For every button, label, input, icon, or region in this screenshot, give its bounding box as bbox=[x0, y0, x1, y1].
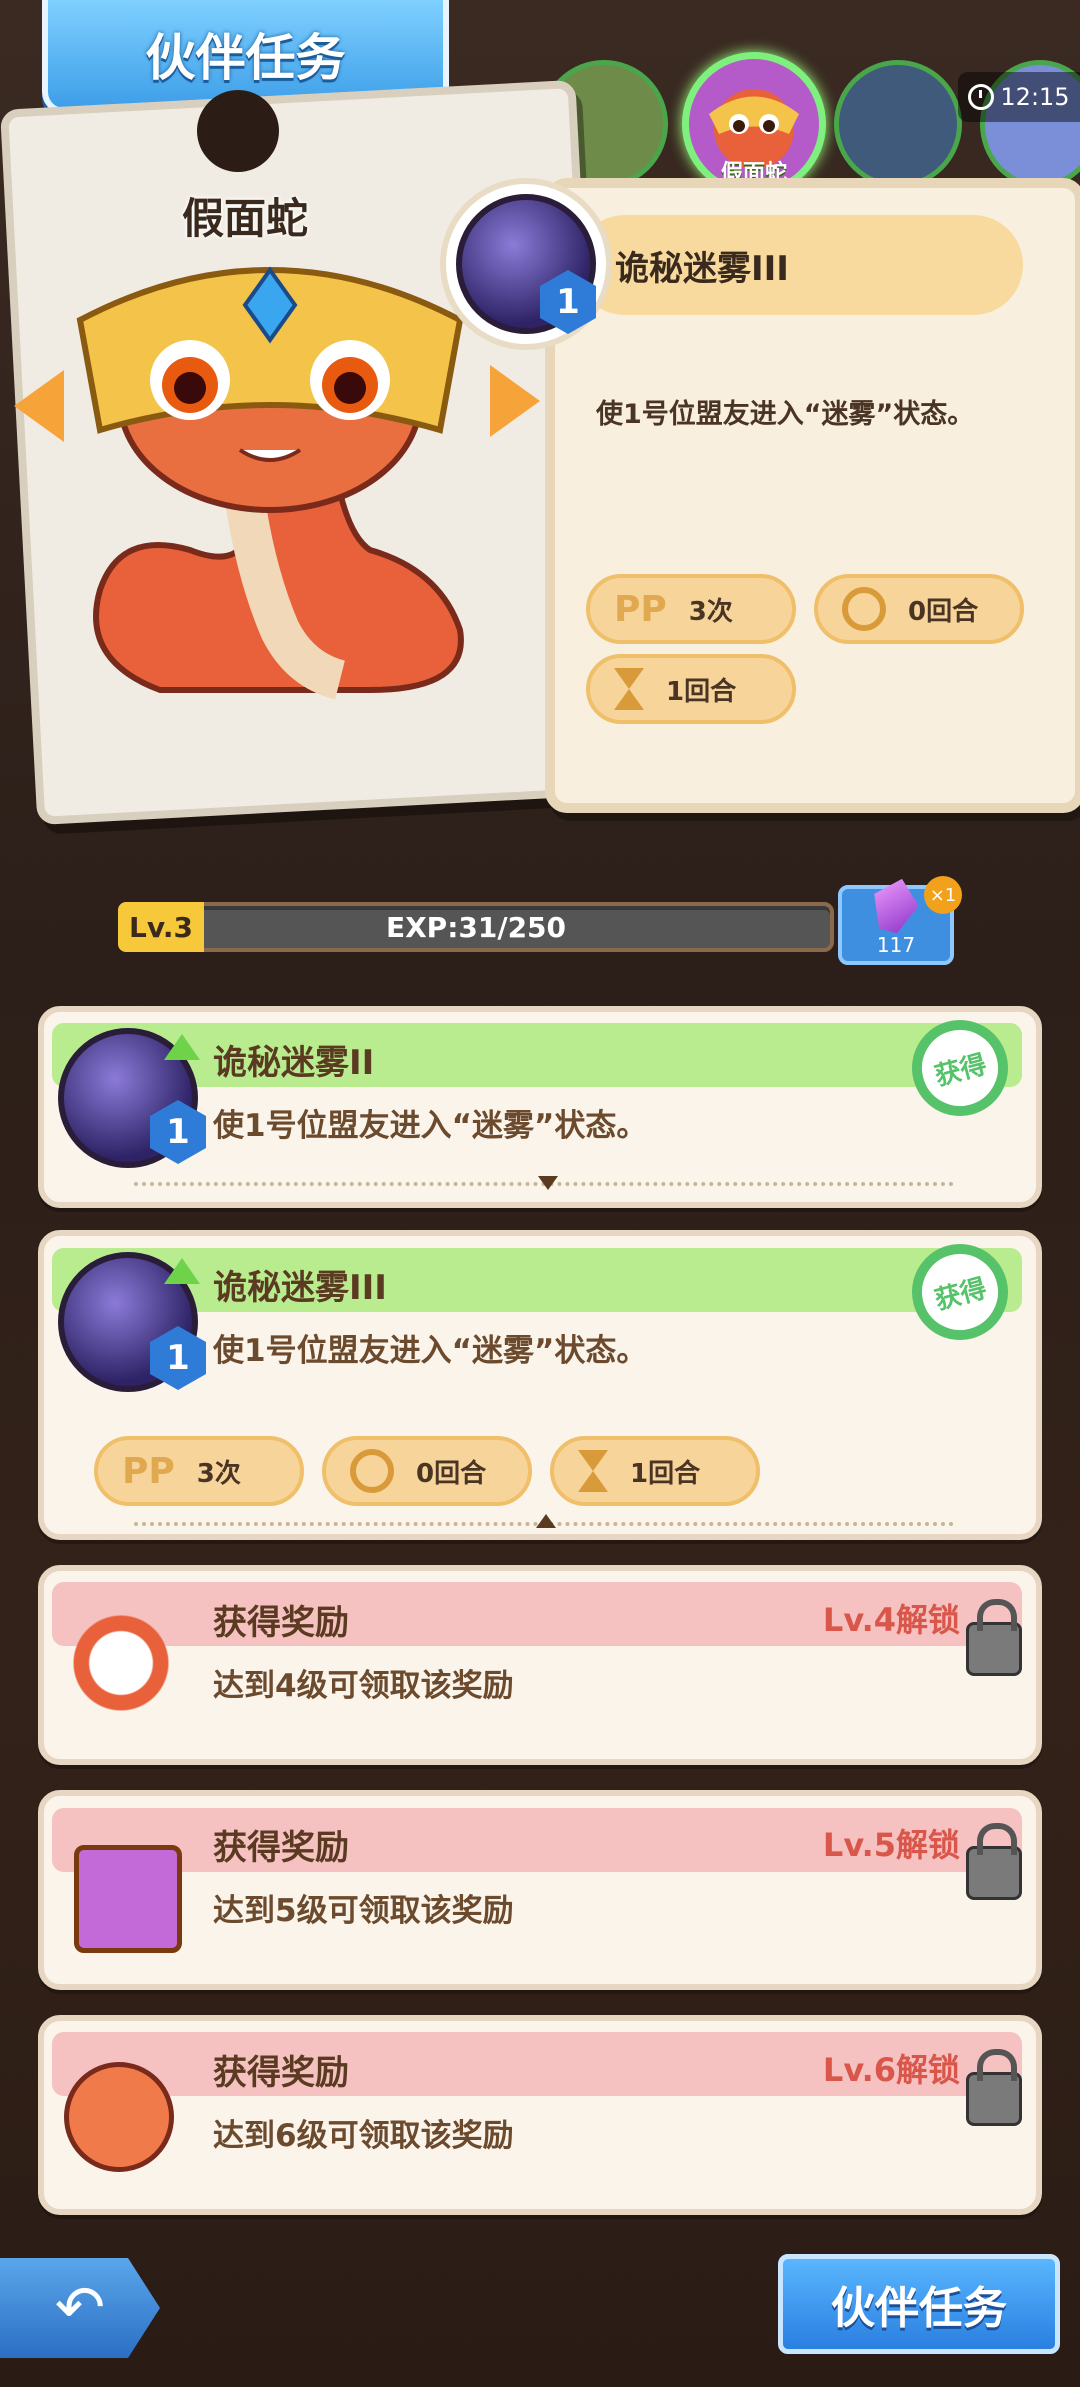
clock-time: 12:15 bbox=[1000, 83, 1070, 111]
cooldown-icon bbox=[350, 1449, 394, 1493]
unlock-level: Lv.6解锁 bbox=[822, 2051, 960, 2089]
duration-value: 1回合 bbox=[630, 1458, 701, 1489]
upgrade-arrow-icon bbox=[164, 1258, 200, 1284]
item-description: 达到4级可领取该奖励 bbox=[213, 1668, 514, 1704]
duration-pill: 1回合 bbox=[586, 654, 796, 724]
skill-name-bar: 诡秘迷雾III bbox=[575, 215, 1023, 315]
mask-reward-icon bbox=[66, 1608, 176, 1718]
item-description: 使1号位盟友进入“迷雾”状态。 bbox=[213, 1108, 648, 1144]
pp-pill: PP 3次 bbox=[94, 1436, 304, 1506]
upgrade-arrow-icon bbox=[164, 1034, 200, 1060]
previous-pet-arrow[interactable] bbox=[14, 370, 64, 442]
item-title: 获得奖励 bbox=[213, 1603, 349, 1643]
crystal-count: 117 bbox=[876, 933, 916, 957]
pp-pill: PP 3次 bbox=[586, 574, 796, 644]
pp-label: PP bbox=[614, 588, 667, 630]
item-title: 获得奖励 bbox=[213, 2053, 349, 2093]
exp-bar: EXP:31/250 bbox=[118, 902, 834, 952]
pp-label: PP bbox=[122, 1450, 175, 1492]
cooldown-icon bbox=[842, 587, 886, 631]
hourglass-icon bbox=[578, 1450, 608, 1492]
level-badge: Lv.3 bbox=[118, 902, 204, 952]
skill-icon-large: 1 bbox=[440, 178, 612, 350]
crystal-multiplier: ×1 bbox=[924, 876, 962, 914]
item-description: 达到6级可领取该奖励 bbox=[213, 2118, 514, 2154]
item-title: 诡秘迷雾III bbox=[213, 1268, 387, 1308]
expand-triangle-icon[interactable] bbox=[538, 1176, 558, 1190]
item-title: 获得奖励 bbox=[213, 1828, 349, 1868]
lock-icon bbox=[966, 1823, 1022, 1900]
unlock-level: Lv.5解锁 bbox=[822, 1826, 960, 1864]
card-hole bbox=[197, 90, 279, 172]
avatar-frame-reward-icon bbox=[74, 1845, 182, 1953]
item-title: 诡秘迷雾II bbox=[213, 1043, 375, 1083]
collapse-triangle-icon[interactable] bbox=[536, 1514, 556, 1528]
exp-text: EXP:31/250 bbox=[385, 910, 567, 944]
skill-description: 使1号位盟友进入“迷雾”状态。 bbox=[596, 399, 975, 430]
unlock-level: Lv.4解锁 bbox=[822, 1601, 960, 1639]
pp-value: 3次 bbox=[688, 596, 733, 627]
item-description: 使1号位盟友进入“迷雾”状态。 bbox=[213, 1333, 648, 1369]
status-clock: 12:15 bbox=[958, 72, 1080, 122]
companion-tab-selected[interactable]: 假面蛇 bbox=[682, 52, 826, 196]
duration-value: 1回合 bbox=[666, 676, 737, 707]
hourglass-icon bbox=[614, 668, 644, 710]
lock-icon bbox=[966, 1599, 1022, 1676]
back-arrow-icon: ↶ bbox=[54, 2273, 106, 2343]
back-button[interactable]: ↶ bbox=[0, 2258, 160, 2358]
companion-tab-3[interactable] bbox=[834, 60, 962, 188]
next-pet-arrow[interactable] bbox=[490, 365, 540, 437]
skill-name: 诡秘迷雾III bbox=[615, 248, 789, 289]
cooldown-value: 0回合 bbox=[416, 1458, 487, 1489]
duration-pill: 1回合 bbox=[550, 1436, 760, 1506]
cooldown-pill: 0回合 bbox=[814, 574, 1024, 644]
item-description: 达到5级可领取该奖励 bbox=[213, 1893, 514, 1929]
companion-task-button[interactable]: 伙伴任务 bbox=[778, 2254, 1060, 2354]
cooldown-value: 0回合 bbox=[908, 596, 979, 627]
emoji-reward-icon bbox=[64, 2062, 174, 2172]
pp-value: 3次 bbox=[196, 1458, 241, 1489]
masked-snake-illustration bbox=[76, 266, 464, 700]
cooldown-pill: 0回合 bbox=[322, 1436, 532, 1506]
clock-icon bbox=[968, 84, 995, 110]
lock-icon bbox=[966, 2049, 1022, 2126]
